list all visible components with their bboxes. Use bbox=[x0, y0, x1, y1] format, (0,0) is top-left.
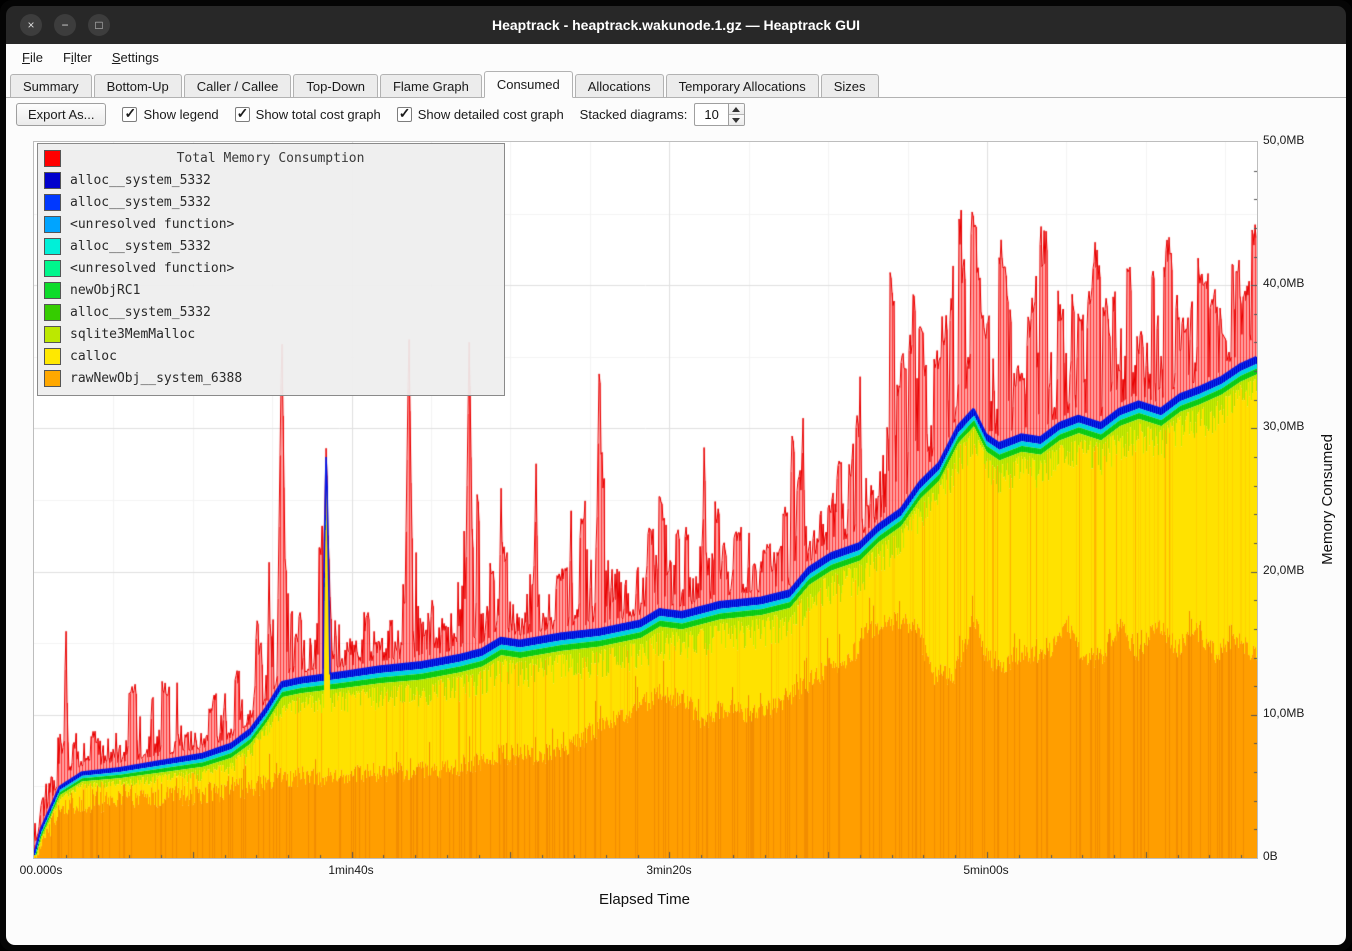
legend-swatch bbox=[44, 216, 61, 233]
x-axis-tick-label: 5min00s bbox=[963, 863, 1008, 877]
export-as-button[interactable]: Export As... bbox=[16, 103, 106, 126]
legend-swatch bbox=[44, 260, 61, 277]
legend-item: alloc__system_5332 bbox=[44, 301, 497, 323]
legend-swatch bbox=[44, 326, 61, 343]
spin-down-button[interactable] bbox=[729, 114, 744, 125]
legend-item: alloc__system_5332 bbox=[44, 235, 497, 257]
chart-legend: Total Memory Consumption alloc__system_5… bbox=[37, 143, 505, 396]
tab-summary[interactable]: Summary bbox=[10, 74, 92, 98]
chevron-up-icon bbox=[732, 107, 740, 112]
tab-temporary-allocations[interactable]: Temporary Allocations bbox=[666, 74, 819, 98]
x-axis-tick-label: 00.000s bbox=[20, 863, 63, 877]
legend-label: alloc__system_5332 bbox=[70, 305, 211, 320]
legend-item: rawNewObj__system_6388 bbox=[44, 367, 497, 389]
checkbox-check-icon bbox=[122, 107, 137, 122]
stacked-diagrams-label: Stacked diagrams: bbox=[580, 107, 688, 122]
x-axis-tick-label: 3min20s bbox=[646, 863, 691, 877]
spinbox-value: 10 bbox=[695, 104, 727, 125]
tabbar: Summary Bottom-Up Caller / Callee Top-Do… bbox=[6, 70, 1346, 98]
app-surface: × − □ Heaptrack - heaptrack.wakunode.1.g… bbox=[6, 6, 1346, 945]
maximize-button[interactable]: □ bbox=[88, 14, 110, 36]
legend-label: calloc bbox=[70, 349, 117, 364]
chart-area: Total Memory Consumption alloc__system_5… bbox=[6, 131, 1346, 945]
legend-label: <unresolved function> bbox=[70, 217, 234, 232]
show-detailed-cost-graph-checkbox[interactable]: Show detailed cost graph bbox=[397, 107, 564, 122]
checkbox-check-icon bbox=[397, 107, 412, 122]
x-axis-title: Elapsed Time bbox=[33, 891, 1256, 908]
show-total-cost-graph-checkbox[interactable]: Show total cost graph bbox=[235, 107, 381, 122]
window-title: Heaptrack - heaptrack.wakunode.1.gz — He… bbox=[6, 6, 1346, 44]
menu-settings[interactable]: Settings bbox=[104, 48, 167, 67]
show-total-cost-graph-label: Show total cost graph bbox=[256, 107, 381, 122]
legend-label: alloc__system_5332 bbox=[70, 173, 211, 188]
legend-title-row: Total Memory Consumption bbox=[44, 147, 497, 169]
window-controls: × − □ bbox=[20, 14, 110, 36]
legend-label: alloc__system_5332 bbox=[70, 239, 211, 254]
legend-swatch bbox=[44, 194, 61, 211]
legend-swatch bbox=[44, 348, 61, 365]
legend-label: sqlite3MemMalloc bbox=[70, 327, 195, 342]
spinbox-buttons bbox=[728, 104, 744, 125]
menubar: File Filter Settings bbox=[6, 44, 1346, 70]
titlebar: × − □ Heaptrack - heaptrack.wakunode.1.g… bbox=[6, 6, 1346, 44]
legend-item: newObjRC1 bbox=[44, 279, 497, 301]
maximize-icon: □ bbox=[95, 18, 102, 32]
legend-swatch bbox=[44, 304, 61, 321]
stacked-diagrams-group: Stacked diagrams: 10 bbox=[580, 103, 745, 126]
close-button[interactable]: × bbox=[20, 14, 42, 36]
chevron-down-icon bbox=[732, 118, 740, 123]
legend-label: <unresolved function> bbox=[70, 261, 234, 276]
stacked-diagrams-spinbox[interactable]: 10 bbox=[694, 103, 744, 126]
y-axis-title-wrap: Memory Consumed bbox=[1314, 141, 1340, 857]
toolbar: Export As... Show legend Show total cost… bbox=[6, 98, 1346, 131]
tab-flame-graph[interactable]: Flame Graph bbox=[380, 74, 482, 98]
x-axis-tick-label: 1min40s bbox=[328, 863, 373, 877]
checkbox-check-icon bbox=[235, 107, 250, 122]
legend-swatch bbox=[44, 172, 61, 189]
spin-up-button[interactable] bbox=[729, 104, 744, 114]
legend-item: alloc__system_5332 bbox=[44, 169, 497, 191]
y-axis-title: Memory Consumed bbox=[1319, 434, 1336, 565]
show-legend-label: Show legend bbox=[143, 107, 218, 122]
legend-item: <unresolved function> bbox=[44, 257, 497, 279]
show-legend-checkbox[interactable]: Show legend bbox=[122, 107, 218, 122]
minimize-button[interactable]: − bbox=[54, 14, 76, 36]
legend-label: rawNewObj__system_6388 bbox=[70, 371, 242, 386]
tab-consumed[interactable]: Consumed bbox=[484, 71, 573, 98]
menu-file[interactable]: File bbox=[14, 48, 51, 67]
legend-swatch bbox=[44, 282, 61, 299]
legend-swatch bbox=[44, 370, 61, 387]
legend-swatch bbox=[44, 238, 61, 255]
legend-item: sqlite3MemMalloc bbox=[44, 323, 497, 345]
close-icon: × bbox=[27, 18, 34, 32]
menu-filter[interactable]: Filter bbox=[55, 48, 100, 67]
legend-label: newObjRC1 bbox=[70, 283, 140, 298]
legend-item: <unresolved function> bbox=[44, 213, 497, 235]
tab-bottom-up[interactable]: Bottom-Up bbox=[94, 74, 182, 98]
show-detailed-cost-graph-label: Show detailed cost graph bbox=[418, 107, 564, 122]
tab-caller-callee[interactable]: Caller / Callee bbox=[184, 74, 292, 98]
tab-sizes[interactable]: Sizes bbox=[821, 74, 879, 98]
legend-item: calloc bbox=[44, 345, 497, 367]
tab-top-down[interactable]: Top-Down bbox=[293, 74, 378, 98]
chart-title: Total Memory Consumption bbox=[44, 151, 497, 166]
legend-item: alloc__system_5332 bbox=[44, 191, 497, 213]
minimize-icon: − bbox=[61, 18, 68, 32]
legend-label: alloc__system_5332 bbox=[70, 195, 211, 210]
application-window: × − □ Heaptrack - heaptrack.wakunode.1.g… bbox=[0, 0, 1352, 951]
tab-allocations[interactable]: Allocations bbox=[575, 74, 664, 98]
